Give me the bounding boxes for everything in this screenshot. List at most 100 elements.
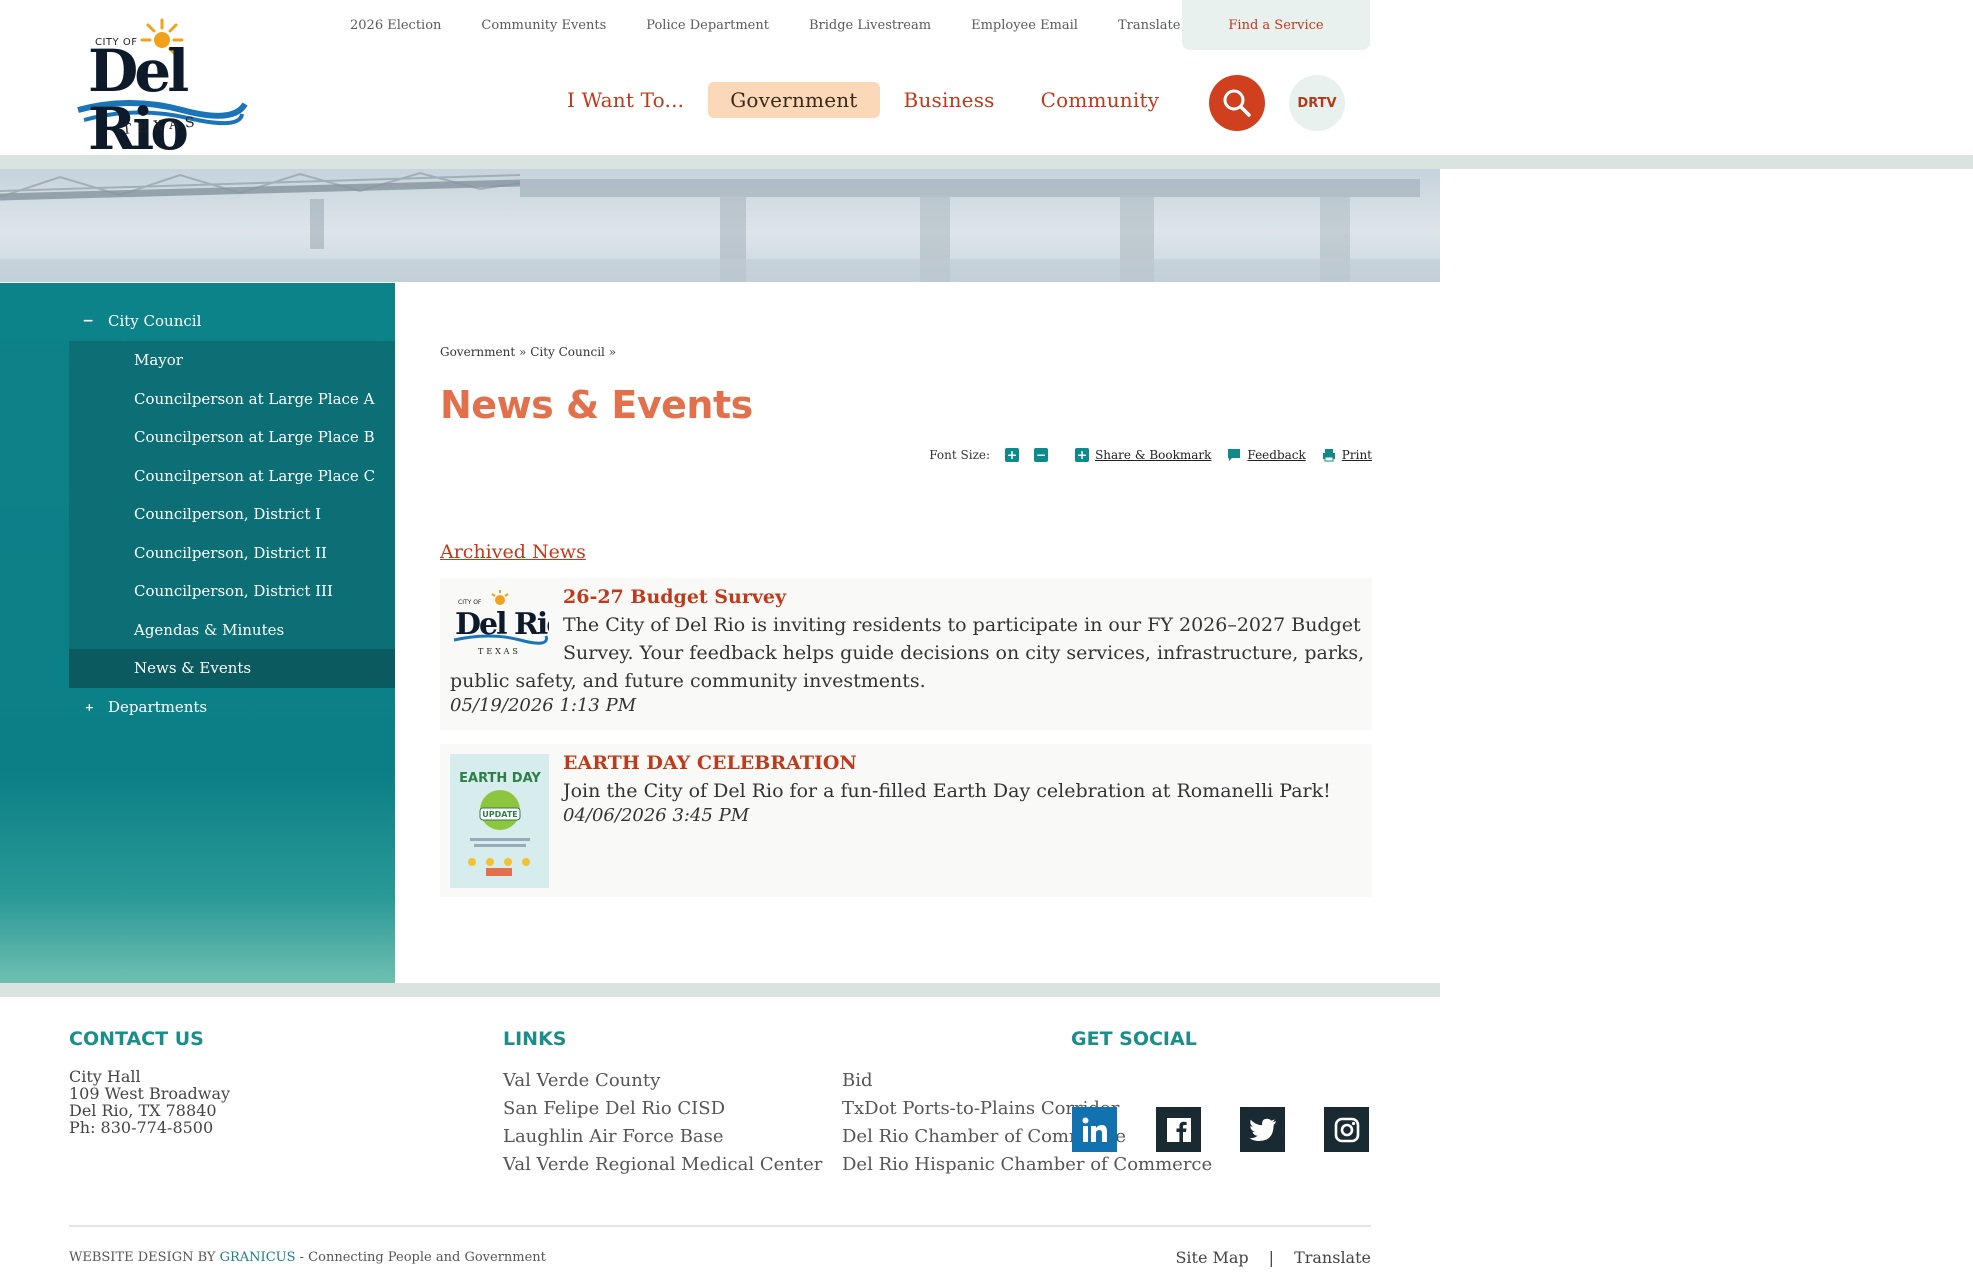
news-date: 04/06/2026 3:45 PM: [563, 805, 750, 826]
twitter-link[interactable]: [1240, 1107, 1285, 1152]
news-body-line: The City of Del Rio is inviting resident…: [563, 614, 1361, 636]
footer-link-val-verde-county[interactable]: Val Verde County: [503, 1070, 660, 1091]
share-bookmark-link[interactable]: Share & Bookmark: [1095, 448, 1211, 462]
logo-wordmark: Del Rio: [88, 37, 189, 163]
font-decrease-button[interactable]: −: [1034, 448, 1049, 462]
footer-translate-link[interactable]: Translate: [1294, 1248, 1371, 1267]
sidebar-item-district-3[interactable]: Councilperson, District III: [69, 572, 395, 611]
breadcrumb-city-council[interactable]: City Council: [530, 345, 605, 359]
twitter-icon: [1249, 1118, 1276, 1141]
granicus-link[interactable]: GRANICUS: [220, 1250, 296, 1265]
credit-prefix: WEBSITE DESIGN BY: [69, 1250, 220, 1265]
utility-link-employee-email[interactable]: Employee Email: [971, 18, 1078, 33]
sidebar-item-large-place-c[interactable]: Councilperson at Large Place C: [69, 457, 395, 496]
del-rio-logo-icon: CITY OF Del Rio TEXAS: [453, 590, 549, 656]
footer-link-laughlin-afb[interactable]: Laughlin Air Force Base: [503, 1126, 724, 1147]
bridge-illustration: [0, 171, 1440, 282]
page-tools: Font Size: + − + Share & Bookmark Feedba…: [929, 448, 1372, 462]
archived-news-link[interactable]: Archived News: [440, 541, 586, 563]
breadcrumb-separator: »: [519, 345, 527, 359]
utility-link-election[interactable]: 2026 Election: [350, 18, 441, 33]
font-size-label: Font Size:: [929, 448, 991, 462]
sidebar-item-large-place-a[interactable]: Councilperson at Large Place A: [69, 380, 395, 419]
news-body: Join the City of Del Rio for a fun-fille…: [563, 780, 1331, 802]
contact-heading: CONTACT US: [69, 1028, 204, 1050]
breadcrumb-separator: »: [608, 345, 617, 359]
utility-link-community-events[interactable]: Community Events: [481, 18, 606, 33]
header-divider: [0, 155, 1973, 169]
footer-link-hispanic-chamber[interactable]: Del Rio Hispanic Chamber of Commerce: [842, 1154, 1212, 1175]
news-title-link[interactable]: 26-27 Budget Survey: [563, 586, 786, 608]
main-nav-community[interactable]: Community: [1019, 82, 1182, 118]
share-icon: +: [1075, 448, 1090, 462]
main-nav-government[interactable]: Government: [708, 82, 880, 118]
svg-text:TEXAS: TEXAS: [478, 647, 521, 656]
news-item: EARTH DAY UPDATE EARTH DAY CELEBRATION J…: [440, 744, 1372, 897]
find-a-service-button[interactable]: Find a Service: [1182, 0, 1370, 50]
font-increase-button[interactable]: +: [1005, 448, 1020, 462]
linkedin-link[interactable]: [1072, 1107, 1117, 1152]
main-nav-business[interactable]: Business: [882, 82, 1017, 118]
news-body-line: Survey. Your feedback helps guide decisi…: [563, 642, 1365, 664]
sidebar-item-agendas-minutes[interactable]: Agendas & Minutes: [69, 611, 395, 650]
utility-link-police[interactable]: Police Department: [646, 18, 769, 33]
news-thumbnail-earth-day[interactable]: EARTH DAY UPDATE: [450, 754, 549, 888]
footer-link-vvrmc[interactable]: Val Verde Regional Medical Center: [503, 1154, 822, 1175]
instagram-link[interactable]: [1324, 1107, 1369, 1152]
sidebar-item-label: Departments: [108, 698, 208, 716]
sidebar-item-large-place-b[interactable]: Councilperson at Large Place B: [69, 418, 395, 457]
collapse-icon[interactable]: −: [0, 313, 108, 329]
earth-day-flyer-icon: EARTH DAY UPDATE: [450, 754, 549, 888]
svg-text:UPDATE: UPDATE: [482, 810, 518, 819]
contact-phone[interactable]: Ph: 830-774-8500: [69, 1119, 230, 1136]
sidebar-nav: − City Council Mayor Councilperson at La…: [0, 283, 395, 983]
credit-tagline: - Connecting People and Government: [295, 1250, 546, 1265]
utility-link-translate[interactable]: Translate: [1118, 18, 1181, 33]
print-link[interactable]: Print: [1342, 448, 1372, 462]
sidebar-item-label: City Council: [108, 312, 202, 330]
sidebar-item-district-2[interactable]: Councilperson, District II: [69, 534, 395, 573]
utility-link-bridge-livestream[interactable]: Bridge Livestream: [809, 18, 931, 33]
news-item: CITY OF Del Rio TEXAS 26-27 Budget Surve…: [440, 578, 1372, 730]
hero-banner-bridge: [0, 169, 1440, 282]
instagram-icon: [1334, 1117, 1359, 1142]
utility-nav: 2026 Election Community Events Police De…: [350, 0, 1220, 50]
search-icon: [1223, 89, 1251, 117]
sidebar-item-news-events[interactable]: News & Events: [69, 649, 395, 688]
city-logo[interactable]: CITY OF Del Rio TEXAS: [70, 18, 250, 158]
sidebar-item-city-council[interactable]: − City Council: [0, 302, 395, 340]
svg-text:CITY OF: CITY OF: [458, 599, 482, 606]
svg-text:EARTH DAY: EARTH DAY: [459, 771, 541, 786]
news-title-link[interactable]: EARTH DAY CELEBRATION: [563, 752, 857, 774]
contact-address: City Hall 109 West Broadway Del Rio, TX …: [69, 1068, 230, 1136]
footer-links-col-1: Val Verde County San Felipe Del Rio CISD…: [503, 1070, 822, 1182]
page-title: News & Events: [440, 383, 753, 427]
links-heading: LINKS: [503, 1028, 567, 1050]
breadcrumb: Government » City Council »: [440, 345, 616, 359]
contact-line: Del Rio, TX 78840: [69, 1101, 217, 1120]
footer-rule: [69, 1225, 1371, 1227]
footer-divider: [0, 983, 1440, 997]
footer-separator: |: [1268, 1248, 1275, 1267]
facebook-link[interactable]: [1156, 1107, 1201, 1152]
feedback-icon: [1227, 448, 1241, 462]
feedback-link[interactable]: Feedback: [1247, 448, 1305, 462]
main-nav-i-want-to[interactable]: I Want To...: [545, 82, 706, 118]
social-heading: GET SOCIAL: [1071, 1028, 1197, 1050]
design-credit: WEBSITE DESIGN BY GRANICUS - Connecting …: [69, 1250, 546, 1265]
breadcrumb-government[interactable]: Government: [440, 345, 515, 359]
sidebar-item-district-1[interactable]: Councilperson, District I: [69, 495, 395, 534]
contact-line: City Hall: [69, 1067, 141, 1086]
footer-link-bid[interactable]: Bid: [842, 1070, 873, 1091]
news-thumbnail-del-rio-logo[interactable]: CITY OF Del Rio TEXAS: [450, 588, 549, 663]
footer-link-sfdr-cisd[interactable]: San Felipe Del Rio CISD: [503, 1098, 725, 1119]
expand-icon[interactable]: +: [0, 701, 108, 714]
news-body-line: public safety, and future community inve…: [450, 670, 926, 692]
site-map-link[interactable]: Site Map: [1175, 1248, 1248, 1267]
drtv-button[interactable]: DRTV: [1289, 75, 1345, 131]
sidebar-item-mayor[interactable]: Mayor: [69, 341, 395, 380]
search-button[interactable]: [1209, 75, 1265, 131]
main-nav: I Want To... Government Business Communi…: [545, 82, 1183, 118]
sidebar-item-departments[interactable]: + Departments: [0, 688, 395, 726]
linkedin-icon: [1082, 1117, 1107, 1142]
